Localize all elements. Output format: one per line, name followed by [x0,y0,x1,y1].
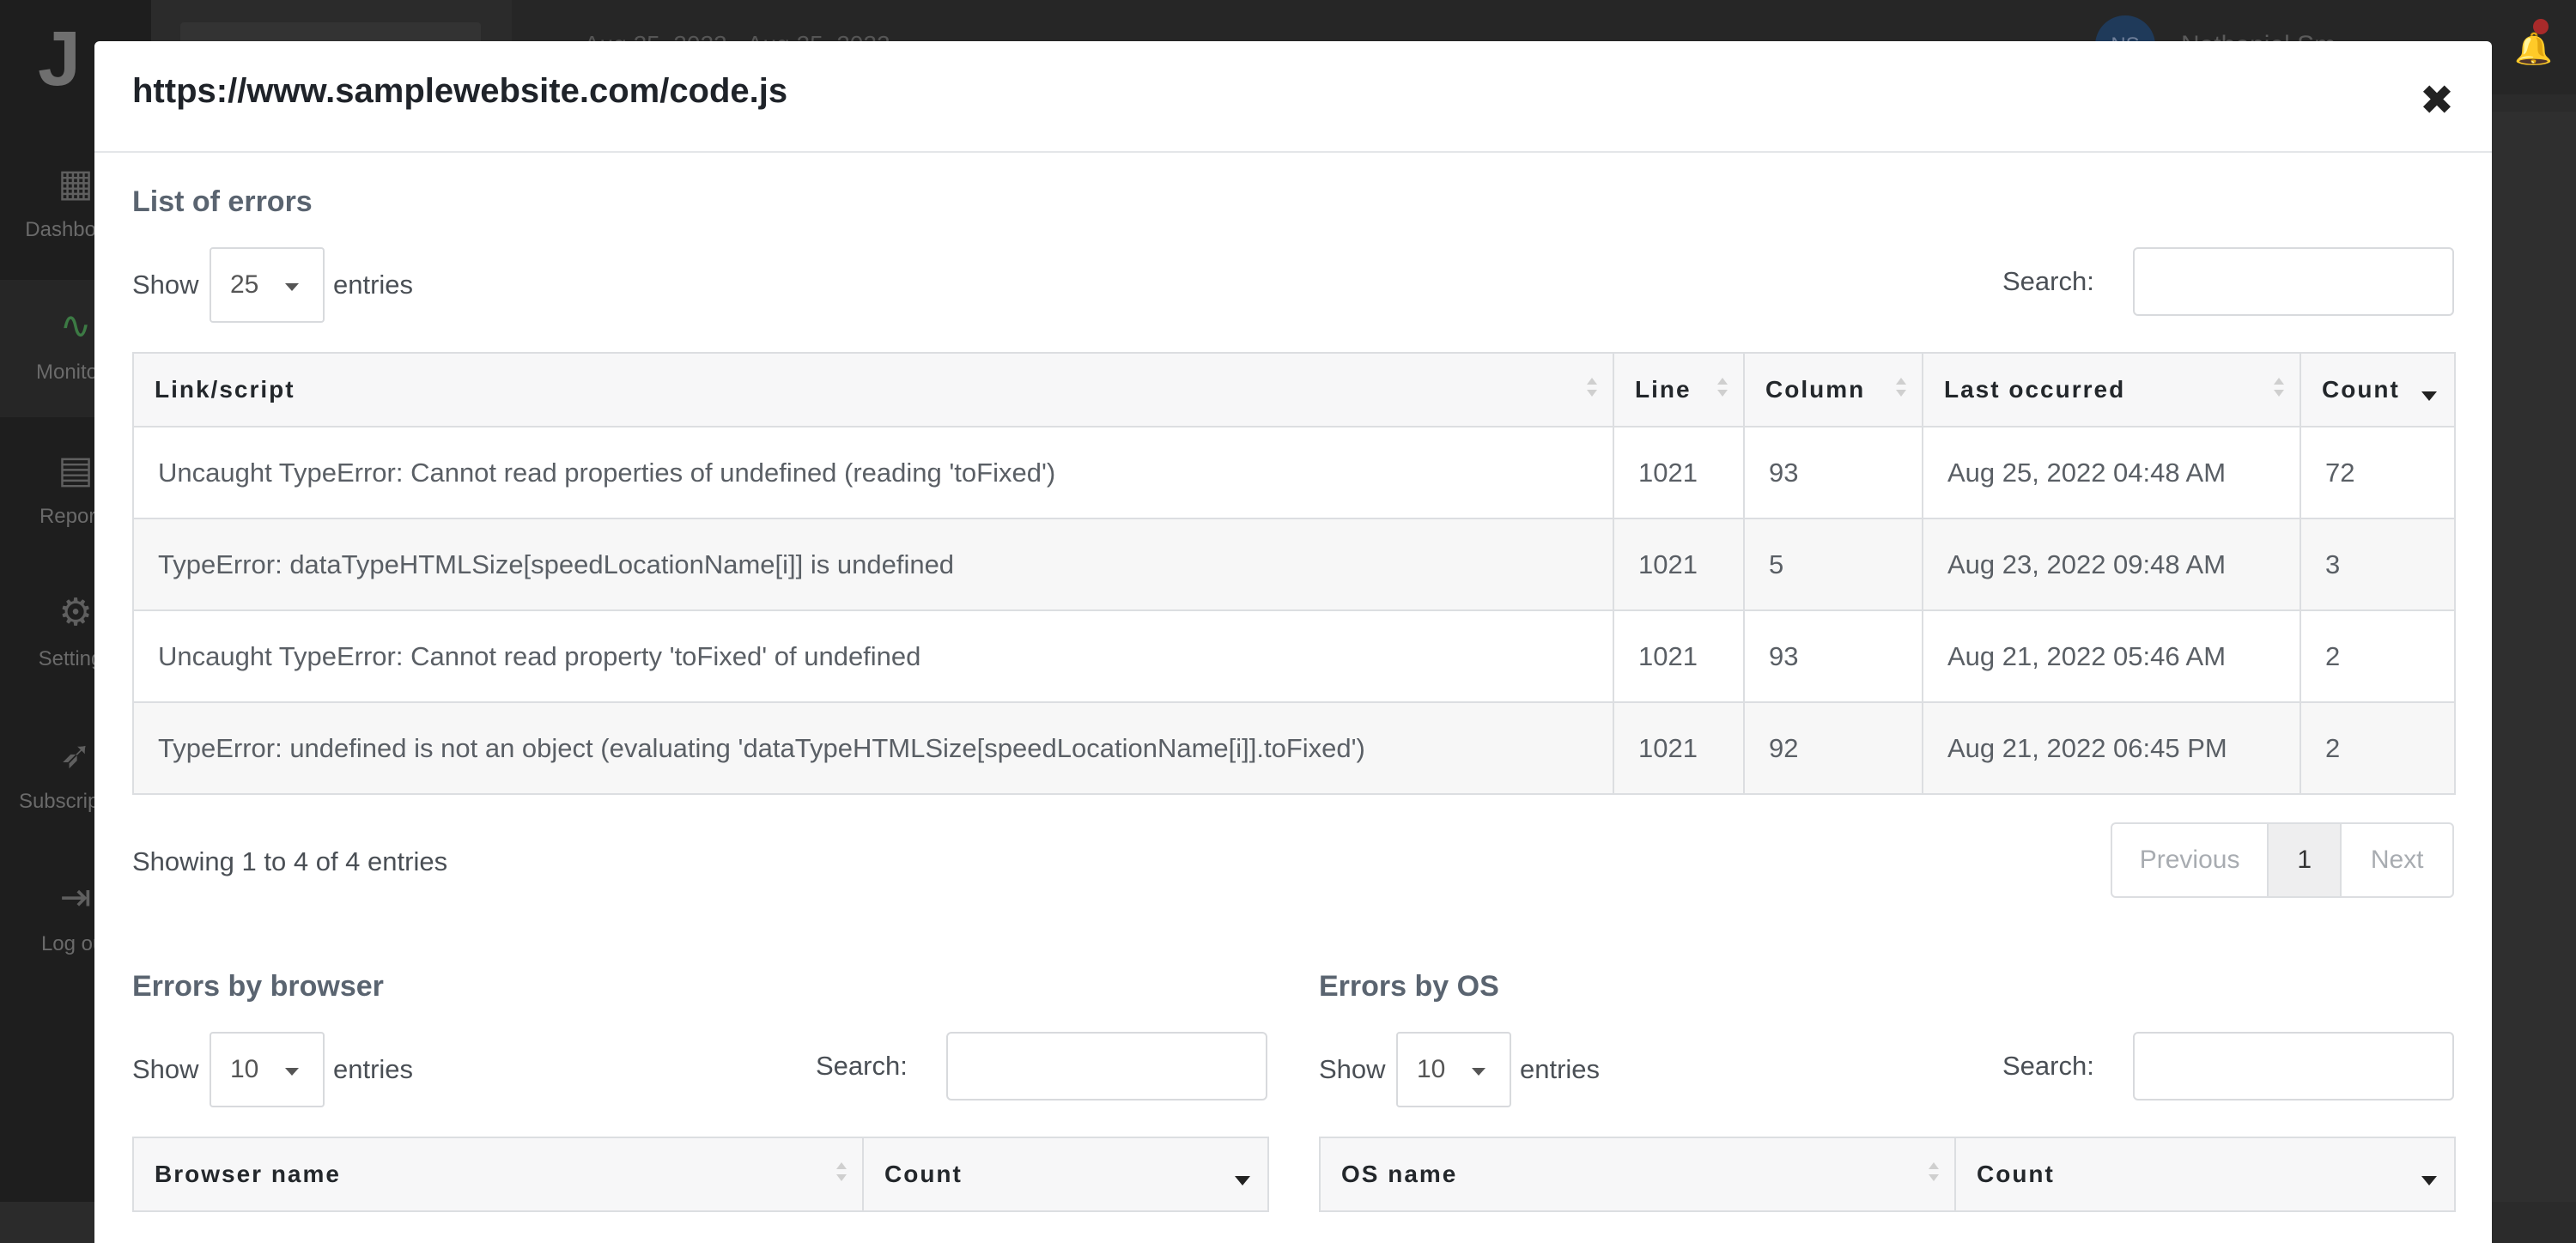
table-header-row: OS name Count [1319,1137,2456,1212]
browser-page-size-select[interactable]: 10 [210,1032,325,1107]
os-table: OS name Count [1319,1137,2456,1212]
error-count: 3 [2300,518,2456,611]
error-last-occurred: Aug 23, 2022 09:48 AM [1922,518,2301,611]
table-header-row: Link/script Line Column Last occurred Co… [132,352,2456,427]
column-header-label: Column [1765,376,1866,403]
close-icon[interactable]: ✖ [2413,77,2461,125]
errors-table-info: Showing 1 to 4 of 4 entries [132,846,448,876]
page-size-value: 10 [230,1055,259,1083]
error-column: 92 [1743,701,1923,795]
sort-icon [1587,378,1599,402]
sort-descending-icon [1235,1176,1250,1185]
browser-table: Browser name Count [132,1137,1269,1212]
column-header-count[interactable]: Count [862,1137,1269,1212]
error-line: 1021 [1613,609,1745,703]
sort-icon [1929,1162,1941,1186]
table-header-row: Browser name Count [132,1137,1269,1212]
table-row[interactable]: TypeError: undefined is not an object (e… [132,701,2456,795]
errors-pagination: Previous 1 Next [2111,822,2454,898]
column-header-label: Count [1977,1161,2055,1187]
entries-label: entries [333,270,414,300]
bell-icon[interactable]: 🔔 [2514,31,2553,67]
error-last-occurred: Aug 21, 2022 05:46 AM [1922,609,2301,703]
page-size-value: 10 [1417,1055,1446,1083]
column-header-last-occurred[interactable]: Last occurred [1922,352,2301,427]
chevron-down-icon [285,1068,299,1076]
pagination-next-button[interactable]: Next [2342,824,2452,896]
error-message: Uncaught TypeError: Cannot read properti… [132,426,1614,519]
modal-title: https://www.samplewebsite.com/code.js [132,72,788,110]
column-header-line[interactable]: Line [1613,352,1745,427]
sort-icon [1896,378,1908,402]
table-row[interactable]: TypeError: dataTypeHTMLSize[speedLocatio… [132,518,2456,611]
errors-page-size-select[interactable]: 25 [210,247,325,323]
show-label: Show [132,1054,199,1084]
app-logo: J [38,16,82,102]
os-search-input[interactable] [2133,1032,2454,1101]
sort-descending-icon [2421,391,2437,401]
column-header-label: Browser name [155,1161,341,1187]
pulse-icon: ∿ [59,305,92,347]
error-message: TypeError: dataTypeHTMLSize[speedLocatio… [132,518,1614,611]
rocket-icon: ➶ [59,734,92,776]
show-label: Show [1319,1054,1386,1084]
search-label: Search: [2002,1051,2094,1081]
clipboard-icon: ▤ [58,449,94,491]
column-header-label: Count [2322,376,2400,403]
column-header-label: Count [884,1161,963,1187]
show-label: Show [132,270,199,300]
error-line: 1021 [1613,701,1745,795]
error-details-modal: https://www.samplewebsite.com/code.js ✖ … [94,41,2492,1243]
errors-search-input[interactable] [2133,247,2454,316]
os-page-size-select[interactable]: 10 [1396,1032,1511,1107]
errors-section-title: List of errors [132,185,313,218]
page-size-value: 25 [230,270,259,299]
column-header-label: Last occurred [1944,376,2126,403]
sort-icon [836,1162,848,1186]
column-header-label: Line [1635,376,1692,403]
chevron-down-icon [285,283,299,291]
os-section-title: Errors by OS [1319,970,1499,1003]
column-header-count[interactable]: Count [2300,352,2456,427]
column-header-browser-name[interactable]: Browser name [132,1137,864,1212]
error-message: Uncaught TypeError: Cannot read property… [132,609,1614,703]
error-line: 1021 [1613,518,1745,611]
error-count: 72 [2300,426,2456,519]
notification-dot [2533,19,2549,34]
sort-icon [1717,378,1729,402]
browser-search-input[interactable] [946,1032,1267,1101]
error-column: 93 [1743,609,1923,703]
error-line: 1021 [1613,426,1745,519]
gear-icon: ⚙ [58,591,93,634]
modal-header: https://www.samplewebsite.com/code.js ✖ [94,41,2492,153]
browser-section-title: Errors by browser [132,970,384,1003]
dashboard-icon: ▦ [58,162,94,204]
pagination-page-1[interactable]: 1 [2269,824,2342,896]
column-header-label: OS name [1341,1161,1458,1187]
search-label: Search: [2002,266,2094,296]
entries-label: entries [333,1054,414,1084]
chevron-down-icon [1472,1068,1485,1076]
error-count: 2 [2300,701,2456,795]
entries-label: entries [1520,1054,1601,1084]
error-column: 5 [1743,518,1923,611]
errors-table: Link/script Line Column Last occurred Co… [132,352,2456,795]
error-last-occurred: Aug 21, 2022 06:45 PM [1922,701,2301,795]
table-row[interactable]: Uncaught TypeError: Cannot read property… [132,609,2456,703]
error-message: TypeError: undefined is not an object (e… [132,701,1614,795]
column-header-os-name[interactable]: OS name [1319,1137,1956,1212]
column-header-count[interactable]: Count [1954,1137,2456,1212]
column-header-column[interactable]: Column [1743,352,1923,427]
error-column: 93 [1743,426,1923,519]
column-header-label: Link/script [155,376,295,403]
error-last-occurred: Aug 25, 2022 04:48 AM [1922,426,2301,519]
pagination-previous-button[interactable]: Previous [2112,824,2269,896]
logout-icon: ⇥ [59,876,92,919]
column-header-link-script[interactable]: Link/script [132,352,1614,427]
sort-descending-icon [2421,1176,2437,1185]
sort-icon [2274,378,2286,402]
error-count: 2 [2300,609,2456,703]
search-label: Search: [816,1051,908,1081]
table-row[interactable]: Uncaught TypeError: Cannot read properti… [132,426,2456,519]
